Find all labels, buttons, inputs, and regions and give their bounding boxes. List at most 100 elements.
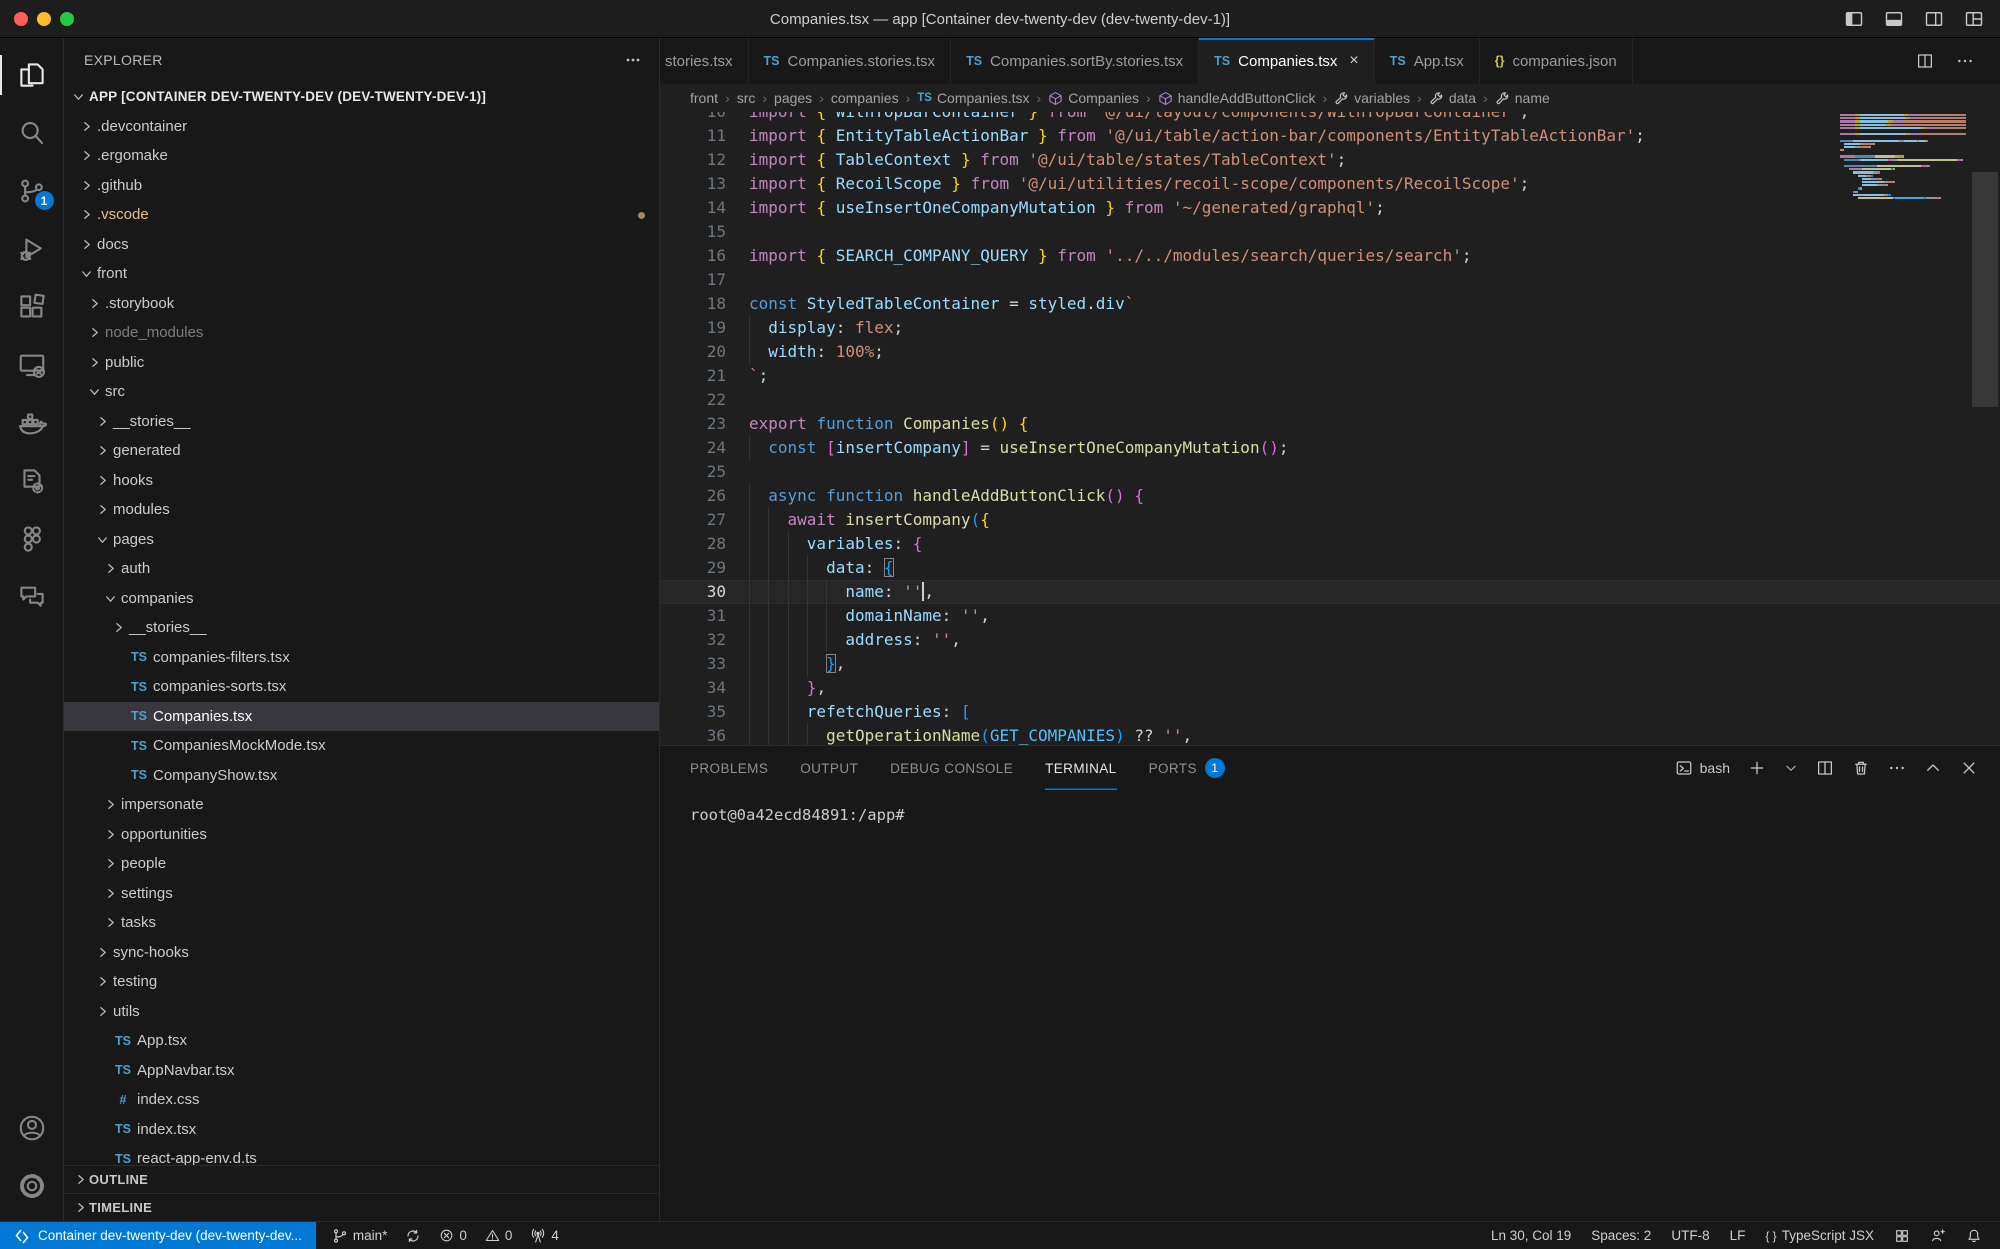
toggle-sidebar-icon[interactable] bbox=[1844, 9, 1864, 29]
code-line[interactable]: 36getOperationName(GET_COMPANIES) ?? '', bbox=[660, 724, 2000, 745]
explorer-more-actions-icon[interactable] bbox=[625, 52, 641, 68]
activity-extensions-icon[interactable] bbox=[0, 278, 64, 336]
code-line[interactable]: 33}, bbox=[660, 652, 2000, 676]
code-line[interactable]: 23export function Companies() { bbox=[660, 412, 2000, 436]
tree-item[interactable]: __stories__ bbox=[64, 613, 659, 643]
tree-item[interactable]: TScompanies-filters.tsx bbox=[64, 643, 659, 673]
breadcrumb-item[interactable]: front bbox=[690, 90, 718, 106]
tree-item[interactable]: utils bbox=[64, 997, 659, 1027]
tree-item[interactable]: front bbox=[64, 259, 659, 289]
panel-tab-ports[interactable]: PORTS1 bbox=[1149, 746, 1225, 790]
remote-indicator[interactable]: Container dev-twenty-dev (dev-twenty-dev… bbox=[0, 1222, 316, 1249]
status-utf-8[interactable]: UTF-8 bbox=[1665, 1228, 1715, 1243]
code-line[interactable]: 27await insertCompany({ bbox=[660, 508, 2000, 532]
code-editor[interactable]: 10import { WithTopBarContainer } from '@… bbox=[660, 112, 2000, 745]
tree-item[interactable]: .vscode bbox=[64, 200, 659, 230]
tree-item[interactable]: testing bbox=[64, 967, 659, 997]
panel-tab-problems[interactable]: PROBLEMS bbox=[690, 746, 768, 790]
panel-tab-output[interactable]: OUTPUT bbox=[800, 746, 858, 790]
status-spaces-2[interactable]: Spaces: 2 bbox=[1585, 1228, 1657, 1243]
breadcrumb-item[interactable]: pages bbox=[774, 90, 812, 106]
tree-item[interactable]: generated bbox=[64, 436, 659, 466]
tree-item[interactable]: TSApp.tsx bbox=[64, 1026, 659, 1056]
editor-tab[interactable]: stories.tsx bbox=[660, 38, 749, 84]
code-line[interactable]: 12import { TableContext } from '@/ui/tab… bbox=[660, 148, 2000, 172]
toggle-secondary-sidebar-icon[interactable] bbox=[1924, 9, 1944, 29]
shell-selector[interactable]: bash bbox=[1675, 759, 1730, 777]
tree-item[interactable]: TSCompanyShow.tsx bbox=[64, 761, 659, 791]
tree-item[interactable]: docs bbox=[64, 230, 659, 260]
status-feedback[interactable] bbox=[1924, 1228, 1952, 1244]
tree-item[interactable]: .storybook bbox=[64, 289, 659, 319]
code-line[interactable]: 10import { WithTopBarContainer } from '@… bbox=[660, 112, 2000, 124]
tree-item[interactable]: TSAppNavbar.tsx bbox=[64, 1056, 659, 1086]
tree-item[interactable]: #index.css bbox=[64, 1085, 659, 1115]
status-extension[interactable] bbox=[1888, 1228, 1916, 1244]
scrollbar-slider[interactable] bbox=[1972, 172, 1998, 407]
status-ln-30-col-19[interactable]: Ln 30, Col 19 bbox=[1485, 1228, 1577, 1243]
terminal-more-icon[interactable] bbox=[1888, 759, 1906, 777]
minimap[interactable] bbox=[1840, 114, 1966, 200]
tree-item[interactable]: opportunities bbox=[64, 820, 659, 850]
code-line[interactable]: 28variables: { bbox=[660, 532, 2000, 556]
activity-explorer-icon[interactable] bbox=[0, 46, 64, 104]
code-line[interactable]: 24const [insertCompany] = useInsertOneCo… bbox=[660, 436, 2000, 460]
tree-item[interactable]: TSCompanies.tsx bbox=[64, 702, 659, 732]
code-line[interactable]: 20width: 100%; bbox=[660, 340, 2000, 364]
tree-item[interactable]: auth bbox=[64, 554, 659, 584]
tree-item[interactable]: public bbox=[64, 348, 659, 378]
tree-item[interactable]: settings bbox=[64, 879, 659, 909]
breadcrumb-item[interactable]: companies bbox=[831, 90, 899, 106]
terminal-dropdown-icon[interactable] bbox=[1784, 761, 1798, 775]
status-warning[interactable]: 0 bbox=[479, 1228, 519, 1243]
activity-run-debug-icon[interactable] bbox=[0, 220, 64, 278]
breadcrumb-item[interactable]: handleAddButtonClick bbox=[1158, 90, 1316, 106]
code-line[interactable]: 25 bbox=[660, 460, 2000, 484]
activity-settings-icon[interactable] bbox=[0, 1157, 64, 1215]
code-line[interactable]: 16import { SEARCH_COMPANY_QUERY } from '… bbox=[660, 244, 2000, 268]
code-line[interactable]: 19display: flex; bbox=[660, 316, 2000, 340]
code-line[interactable]: 18const StyledTableContainer = styled.di… bbox=[660, 292, 2000, 316]
editor-tab[interactable]: {}companies.json bbox=[1480, 38, 1633, 84]
tree-item[interactable]: .devcontainer bbox=[64, 112, 659, 142]
breadcrumb-item[interactable]: src bbox=[737, 90, 756, 106]
tree-item[interactable]: impersonate bbox=[64, 790, 659, 820]
tree-item[interactable]: pages bbox=[64, 525, 659, 555]
status-lf[interactable]: LF bbox=[1724, 1228, 1752, 1243]
activity-comments-icon[interactable] bbox=[0, 568, 64, 626]
sidebar-section-timeline[interactable]: TIMELINE bbox=[64, 1193, 659, 1221]
status-sync[interactable] bbox=[399, 1228, 427, 1244]
new-terminal-icon[interactable] bbox=[1748, 759, 1766, 777]
code-line[interactable]: 29data: { bbox=[660, 556, 2000, 580]
tree-item[interactable]: node_modules bbox=[64, 318, 659, 348]
tree-item[interactable]: APP [CONTAINER DEV-TWENTY-DEV (DEV-TWENT… bbox=[64, 82, 659, 112]
activity-search-icon[interactable] bbox=[0, 104, 64, 162]
tree-item[interactable]: tasks bbox=[64, 908, 659, 938]
tree-item[interactable]: companies bbox=[64, 584, 659, 614]
code-line[interactable]: 17 bbox=[660, 268, 2000, 292]
status-typescript-jsx[interactable]: { }TypeScript JSX bbox=[1759, 1228, 1880, 1243]
editor-tab[interactable]: TSCompanies.tsx× bbox=[1199, 38, 1375, 84]
tree-item[interactable]: modules bbox=[64, 495, 659, 525]
code-line[interactable]: 15 bbox=[660, 220, 2000, 244]
close-tab-icon[interactable]: × bbox=[1349, 52, 1358, 70]
status-branch[interactable]: main* bbox=[326, 1228, 394, 1244]
code-line[interactable]: 34}, bbox=[660, 676, 2000, 700]
code-line[interactable]: 30name: '', bbox=[660, 580, 2000, 604]
tree-item[interactable]: sync-hooks bbox=[64, 938, 659, 968]
split-editor-icon[interactable] bbox=[1916, 52, 1934, 70]
activity-accounts-icon[interactable] bbox=[0, 1099, 64, 1157]
code-line[interactable]: 35refetchQueries: [ bbox=[660, 700, 2000, 724]
breadcrumb-item[interactable]: variables bbox=[1334, 90, 1410, 106]
code-line[interactable]: 26async function handleAddButtonClick() … bbox=[660, 484, 2000, 508]
activity-docker-icon[interactable] bbox=[0, 394, 64, 452]
status-tower[interactable]: 4 bbox=[524, 1228, 565, 1244]
code-line[interactable]: 11import { EntityTableActionBar } from '… bbox=[660, 124, 2000, 148]
tree-item[interactable]: .github bbox=[64, 171, 659, 201]
editor-scrollbar[interactable] bbox=[1970, 112, 2000, 745]
more-actions-icon[interactable] bbox=[1956, 52, 1974, 70]
editor-tab[interactable]: TSApp.tsx bbox=[1375, 38, 1480, 84]
breadcrumb-item[interactable]: TSCompanies.tsx bbox=[917, 90, 1029, 106]
code-line[interactable]: 31domainName: '', bbox=[660, 604, 2000, 628]
breadcrumb-item[interactable]: name bbox=[1495, 90, 1550, 106]
